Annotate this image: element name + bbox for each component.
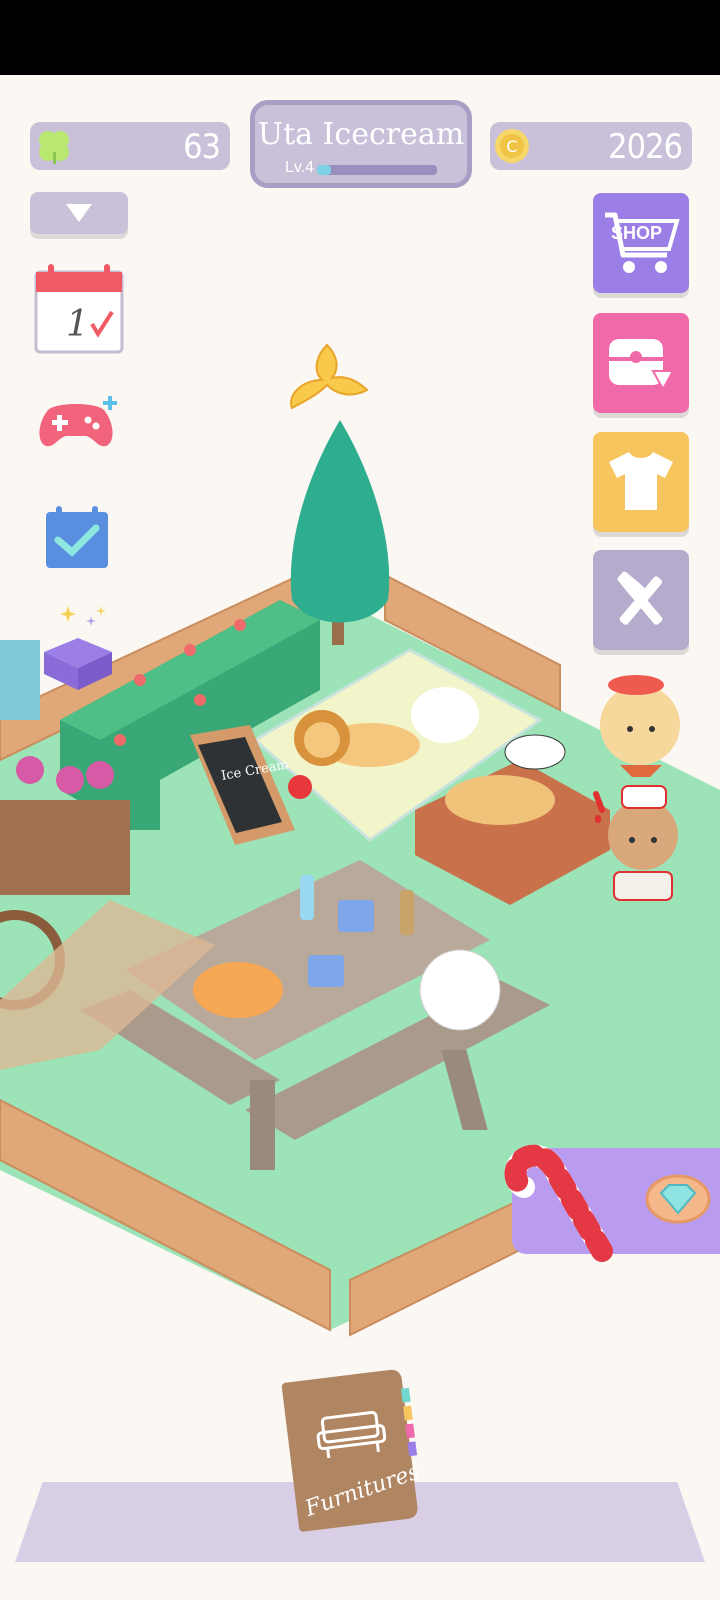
- shop-label: SHOP: [611, 223, 663, 243]
- sofa-icon: [316, 1410, 387, 1459]
- book-tab: [403, 1405, 413, 1421]
- tools-icon: [617, 571, 663, 625]
- sleeping-dog: [445, 775, 555, 825]
- level-label: Lv.4: [285, 159, 315, 176]
- soda-bottle: [400, 890, 414, 935]
- calico-cat: [504, 734, 566, 770]
- orange-cat: [193, 962, 283, 1018]
- pine-tree: [290, 420, 390, 645]
- coin-icon: C: [495, 129, 529, 163]
- apple: [288, 775, 312, 799]
- book-tab: [407, 1441, 418, 1457]
- treasure-chest-button[interactable]: [593, 313, 689, 413]
- clover-count: 63: [183, 127, 221, 167]
- thought-bubble: [411, 687, 479, 743]
- level-progress-bar: [317, 165, 437, 175]
- tshirt-icon: [609, 452, 673, 510]
- calendar-icon[interactable]: 1: [34, 262, 124, 354]
- dropdown-arrow-icon: [66, 204, 92, 222]
- clover-counter[interactable]: 63: [30, 122, 230, 170]
- svg-text:1: 1: [66, 304, 89, 345]
- build-tools-button[interactable]: [593, 550, 689, 650]
- candy-cane-icon[interactable]: [502, 1125, 627, 1265]
- checklist-icon[interactable]: [44, 506, 110, 570]
- gift-box-icon[interactable]: [36, 602, 120, 692]
- coin-count: 2026: [608, 127, 683, 167]
- chest-icon: [609, 339, 675, 392]
- level-progress-fill: [317, 165, 332, 175]
- book-tab: [405, 1423, 415, 1439]
- white-dog: [419, 949, 501, 1031]
- shop-name: Uta Icecream: [257, 117, 465, 152]
- gamepad-icon[interactable]: [36, 392, 122, 452]
- book-tab: [400, 1387, 411, 1403]
- cart-icon: [605, 212, 680, 273]
- shop-name-plate[interactable]: Uta Icecream Lv.4: [250, 100, 472, 188]
- furniture-book-button[interactable]: Furnitures: [281, 1368, 424, 1533]
- soda-bottle: [300, 875, 314, 920]
- ice-cream-cup: [308, 955, 344, 987]
- clover-icon: [39, 131, 69, 164]
- cat-visitor[interactable]: [588, 780, 688, 905]
- gem-icon: [645, 1174, 711, 1224]
- banana-peel-icon[interactable]: [282, 340, 372, 412]
- expand-menu-button[interactable]: [30, 192, 128, 234]
- poodle-visitor[interactable]: [590, 665, 695, 780]
- wardrobe-button[interactable]: [593, 432, 689, 532]
- shop-button[interactable]: SHOP: [593, 193, 689, 293]
- ice-cream-cup: [338, 900, 374, 932]
- coin-counter[interactable]: C 2026: [490, 122, 692, 170]
- svg-text:C: C: [506, 137, 517, 156]
